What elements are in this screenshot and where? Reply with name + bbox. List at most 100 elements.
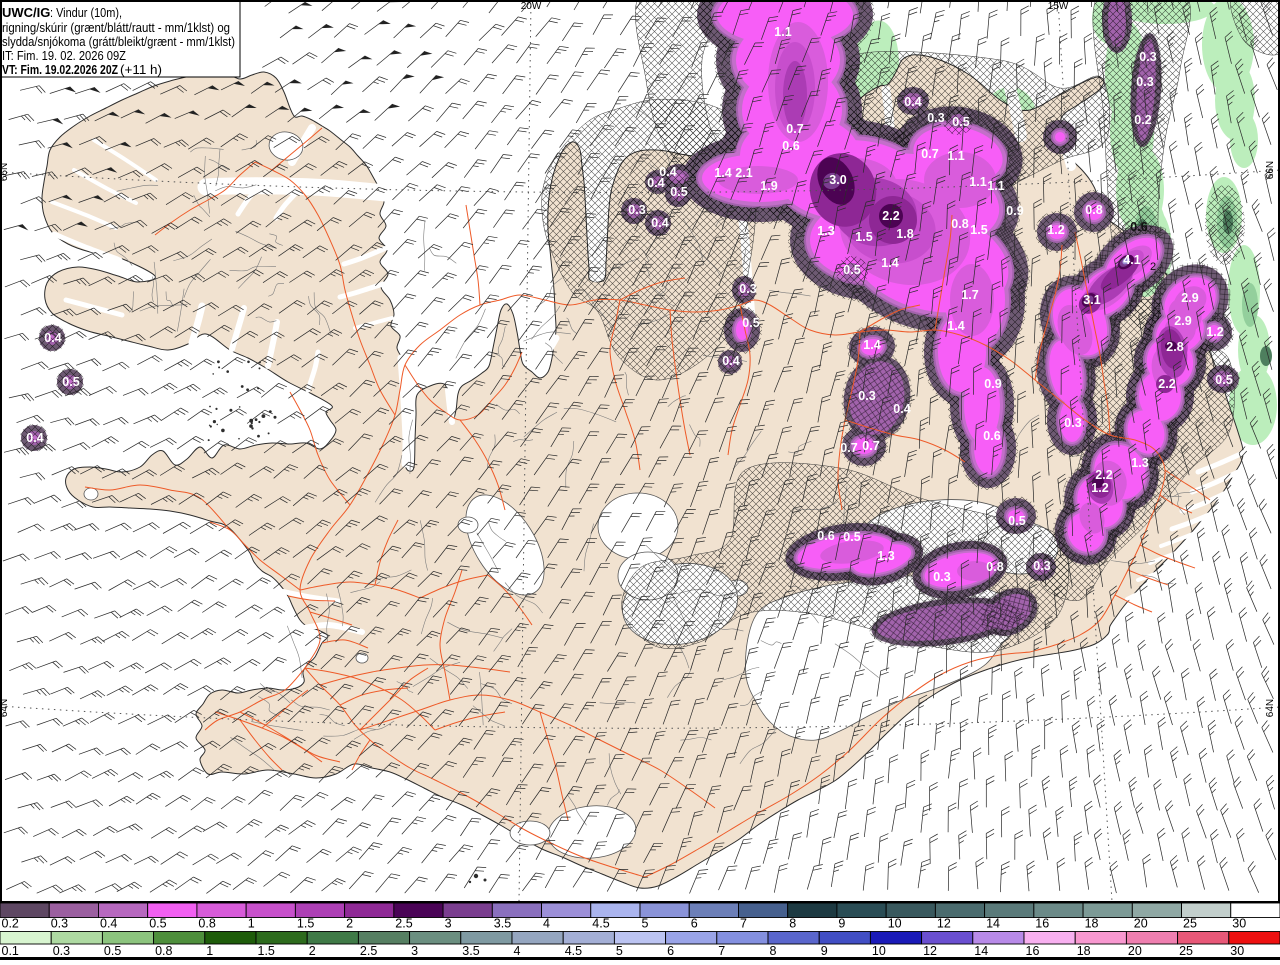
svg-text:1.5: 1.5 [855,230,872,244]
svg-text:1: 1 [248,917,255,931]
svg-text:3.5: 3.5 [462,944,479,958]
svg-text:0.5: 0.5 [742,316,759,330]
svg-text:2.5: 2.5 [395,917,412,931]
svg-text:4: 4 [543,917,550,931]
svg-text:(+11 h): (+11 h) [120,62,162,77]
svg-text:0.8: 0.8 [155,944,172,958]
svg-text:0.7: 0.7 [921,147,938,161]
svg-text:2.9: 2.9 [1181,291,1198,305]
svg-text:15W: 15W [1048,1,1069,12]
svg-text:8: 8 [770,944,777,958]
svg-text:0.4: 0.4 [651,216,668,230]
svg-text:0.5: 0.5 [670,185,687,199]
svg-text:0.5: 0.5 [952,115,969,129]
svg-text:0.4: 0.4 [893,402,910,416]
svg-text:0.9: 0.9 [1006,204,1023,218]
svg-text:2.5: 2.5 [360,944,377,958]
svg-text:1.5: 1.5 [258,944,275,958]
svg-text:12: 12 [937,917,951,931]
svg-text:0.4: 0.4 [722,354,739,368]
svg-text:1.4: 1.4 [881,256,898,270]
svg-text:1.5: 1.5 [970,223,987,237]
svg-text:slydda/snjókoma (grátt/bleikt/: slydda/snjókoma (grátt/bleikt/grænt - mm… [2,34,235,49]
svg-text:3: 3 [411,944,418,958]
svg-text:1.2: 1.2 [1091,481,1108,495]
svg-text:0.4: 0.4 [904,95,921,109]
svg-text:7: 7 [718,944,725,958]
svg-text:3.5: 3.5 [494,917,511,931]
svg-text:0.6: 0.6 [817,529,834,543]
svg-text:0.6: 0.6 [983,429,1000,443]
svg-text:UWC/IG: UWC/IG [2,5,50,20]
svg-text:0.5: 0.5 [843,530,860,544]
svg-text:0.3: 0.3 [858,389,875,403]
svg-text:2.2: 2.2 [1095,468,1112,482]
svg-text:4.5: 4.5 [592,917,609,931]
svg-text:64N: 64N [1265,699,1276,717]
svg-text:0.3: 0.3 [1139,50,1156,64]
svg-text:0.8: 0.8 [1085,203,1102,217]
svg-text:0.5: 0.5 [62,375,79,389]
svg-text:1.2: 1.2 [1047,223,1064,237]
svg-text:25: 25 [1183,917,1197,931]
svg-text:0.5: 0.5 [104,944,121,958]
svg-text:0.3: 0.3 [739,282,756,296]
svg-text:0.8: 0.8 [951,217,968,231]
svg-text:0.6: 0.6 [1130,220,1147,234]
svg-text:0.3: 0.3 [1136,75,1153,89]
svg-text:18: 18 [1085,917,1099,931]
svg-text:2: 2 [309,944,316,958]
svg-text:1.3: 1.3 [877,549,894,563]
svg-text:0.5: 0.5 [843,263,860,277]
svg-text:0.3: 0.3 [1033,559,1050,573]
svg-text:3.1: 3.1 [1083,293,1100,307]
svg-text:0.8: 0.8 [986,560,1003,574]
svg-text:0.2: 0.2 [1134,113,1151,127]
svg-text:2.9: 2.9 [1174,314,1191,328]
svg-text:0.5: 0.5 [1008,514,1025,528]
svg-text:0.3: 0.3 [53,944,70,958]
svg-text:12: 12 [923,944,937,958]
svg-text:rigning/skúrir (grænt/blátt/ra: rigning/skúrir (grænt/blátt/rautt - mm/1… [2,20,230,35]
svg-text:0.7: 0.7 [786,122,803,136]
svg-text:0.7: 0.7 [840,441,857,455]
svg-text:10: 10 [888,917,902,931]
svg-text:0.4: 0.4 [100,917,117,931]
svg-text:0.2: 0.2 [2,917,19,931]
svg-text:2.8: 2.8 [1166,340,1183,354]
svg-text:30: 30 [1230,944,1244,958]
svg-text:VT: Fim. 19.02.2026 20Z: VT: Fim. 19.02.2026 20Z [2,62,118,77]
svg-text:9: 9 [838,917,845,931]
svg-text:IT: Fim. 19. 02. 2026 09Z: IT: Fim. 19. 02. 2026 09Z [2,48,126,63]
svg-text:1.2: 1.2 [1206,325,1223,339]
svg-text:3.0: 3.0 [829,173,846,187]
svg-text:2: 2 [346,917,353,931]
svg-text:2: 2 [1150,261,1156,273]
svg-text:6: 6 [691,917,698,931]
svg-text:16: 16 [1026,944,1040,958]
svg-text:5: 5 [616,944,623,958]
svg-text:5: 5 [642,917,649,931]
svg-text:1.8: 1.8 [896,227,913,241]
svg-text:2.2: 2.2 [882,209,899,223]
svg-text:: Vindur (10m),: : Vindur (10m), [50,5,122,20]
svg-text:1.3: 1.3 [1131,456,1148,470]
svg-text:20: 20 [1134,917,1148,931]
svg-text:6: 6 [667,944,674,958]
svg-text:1.1: 1.1 [774,25,791,39]
svg-text:0.7: 0.7 [862,439,879,453]
svg-text:1.1: 1.1 [969,175,986,189]
svg-text:20: 20 [1128,944,1142,958]
svg-text:30: 30 [1232,917,1246,931]
svg-text:1: 1 [206,944,213,958]
svg-text:20W: 20W [521,1,542,12]
svg-text:1.4: 1.4 [863,338,880,352]
svg-text:9: 9 [821,944,828,958]
svg-text:25: 25 [1179,944,1193,958]
svg-text:0.3: 0.3 [51,917,68,931]
svg-text:0.3: 0.3 [927,111,944,125]
svg-text:0.9: 0.9 [984,377,1001,391]
svg-text:1.1: 1.1 [987,179,1004,193]
svg-text:4: 4 [514,944,521,958]
svg-text:4.5: 4.5 [565,944,582,958]
